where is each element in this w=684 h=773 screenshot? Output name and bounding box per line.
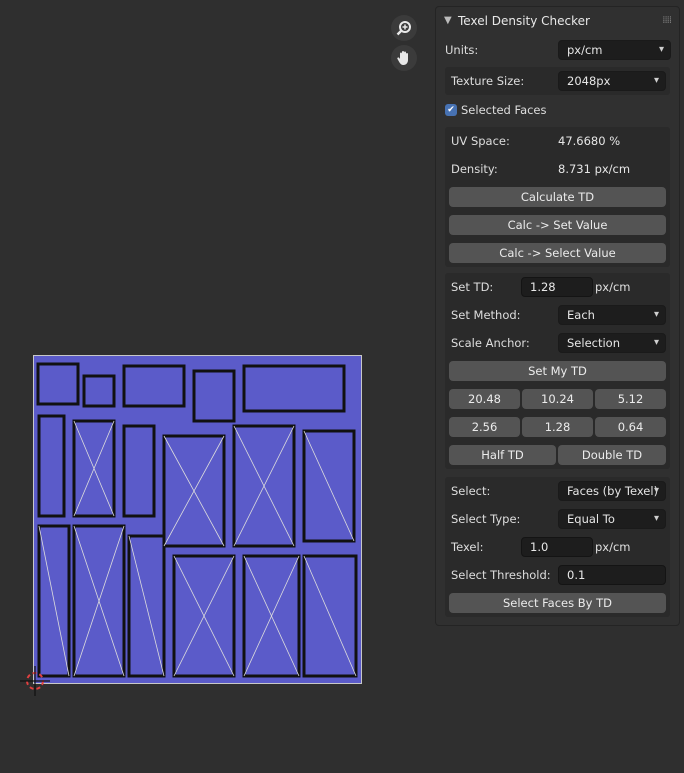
threshold-input[interactable]: 0.1 bbox=[558, 565, 666, 585]
set-method-value: Each bbox=[567, 308, 595, 322]
uv-islands bbox=[36, 362, 358, 678]
chevron-down-icon: ▾ bbox=[653, 75, 659, 86]
set-td-unit: px/cm bbox=[595, 280, 631, 294]
chevron-down-icon: ▾ bbox=[653, 513, 659, 524]
uv-map-canvas[interactable] bbox=[33, 355, 362, 684]
select-type-dropdown[interactable]: Equal To ▾ bbox=[558, 509, 666, 529]
chevron-down-icon: ▾ bbox=[653, 309, 659, 320]
preset-button[interactable]: 10.24 bbox=[522, 389, 593, 409]
calc-select-value-button[interactable]: Calc -> Select Value bbox=[449, 243, 666, 263]
select-type-value: Equal To bbox=[567, 512, 615, 526]
double-td-button[interactable]: Double TD bbox=[558, 445, 666, 465]
select-type-label: Select Type: bbox=[451, 512, 521, 526]
set-my-td-button[interactable]: Set My TD bbox=[449, 361, 666, 381]
select-dropdown[interactable]: Faces (by Texel) ▾ bbox=[558, 481, 666, 501]
set-method-label: Set Method: bbox=[451, 308, 521, 322]
hand-pan-icon bbox=[397, 51, 408, 65]
texel-unit: px/cm bbox=[595, 540, 631, 554]
texture-size-dropdown[interactable]: 2048px ▾ bbox=[558, 71, 666, 91]
calculation-box: UV Space: 47.6680 % Density: 8.731 px/cm… bbox=[445, 127, 670, 267]
select-label: Select: bbox=[451, 484, 491, 498]
select-box: Select: Faces (by Texel) ▾ Select Type: … bbox=[445, 477, 670, 617]
scale-anchor-dropdown[interactable]: Selection ▾ bbox=[558, 333, 666, 353]
texel-input[interactable]: 1.0 bbox=[521, 537, 593, 557]
pan-button[interactable] bbox=[391, 45, 417, 71]
preset-button[interactable]: 1.28 bbox=[522, 417, 593, 437]
units-dropdown[interactable]: px/cm ▾ bbox=[558, 40, 671, 60]
selected-faces-checkbox[interactable]: ✔ bbox=[445, 104, 457, 116]
checkmark-icon: ✔ bbox=[447, 104, 455, 115]
preset-button[interactable]: 20.48 bbox=[449, 389, 520, 409]
chevron-down-icon[interactable]: ▼ bbox=[444, 15, 458, 26]
texture-size-value: 2048px bbox=[567, 74, 611, 88]
set-method-dropdown[interactable]: Each ▾ bbox=[558, 305, 666, 325]
texel-label: Texel: bbox=[451, 540, 484, 554]
calc-set-value-button[interactable]: Calc -> Set Value bbox=[449, 215, 666, 235]
set-td-label: Set TD: bbox=[451, 280, 494, 294]
set-td-box: Set TD: 1.28 px/cm Set Method: Each ▾ Sc… bbox=[445, 273, 670, 469]
units-label: Units: bbox=[445, 43, 479, 57]
drag-grip-icon[interactable]: ⁞⁞⁞⁞ bbox=[662, 15, 672, 26]
cursor-3d-icon[interactable] bbox=[20, 666, 50, 696]
zoom-icon bbox=[396, 21, 411, 36]
zoom-button[interactable] bbox=[391, 15, 417, 41]
texel-density-panel: ▼ Texel Density Checker ⁞⁞⁞⁞ Units: px/c… bbox=[435, 6, 680, 626]
select-value: Faces (by Texel) bbox=[567, 484, 659, 498]
units-value: px/cm bbox=[567, 43, 603, 57]
uv-space-label: UV Space: bbox=[451, 134, 510, 148]
calculate-td-button[interactable]: Calculate TD bbox=[449, 187, 666, 207]
chevron-down-icon: ▾ bbox=[653, 337, 659, 348]
half-td-button[interactable]: Half TD bbox=[449, 445, 556, 465]
select-faces-by-td-button[interactable]: Select Faces By TD bbox=[449, 593, 666, 613]
threshold-label: Select Threshold: bbox=[451, 568, 551, 582]
preset-button[interactable]: 0.64 bbox=[595, 417, 666, 437]
scale-anchor-label: Scale Anchor: bbox=[451, 336, 530, 350]
panel-header[interactable]: ▼ Texel Density Checker ⁞⁞⁞⁞ bbox=[436, 7, 679, 34]
scale-anchor-value: Selection bbox=[567, 336, 620, 350]
density-value: 8.731 px/cm bbox=[558, 162, 631, 176]
chevron-down-icon: ▾ bbox=[653, 485, 659, 496]
chevron-down-icon: ▾ bbox=[658, 44, 664, 55]
texture-size-label: Texture Size: bbox=[451, 74, 525, 88]
preset-button[interactable]: 5.12 bbox=[595, 389, 666, 409]
set-td-input[interactable]: 1.28 bbox=[521, 277, 593, 297]
texture-size-box: Texture Size: 2048px ▾ bbox=[445, 67, 670, 95]
preset-button[interactable]: 2.56 bbox=[449, 417, 520, 437]
panel-title: Texel Density Checker bbox=[458, 13, 590, 28]
uv-space-value: 47.6680 % bbox=[558, 134, 621, 148]
density-label: Density: bbox=[451, 162, 498, 176]
selected-faces-label: Selected Faces bbox=[461, 103, 547, 117]
